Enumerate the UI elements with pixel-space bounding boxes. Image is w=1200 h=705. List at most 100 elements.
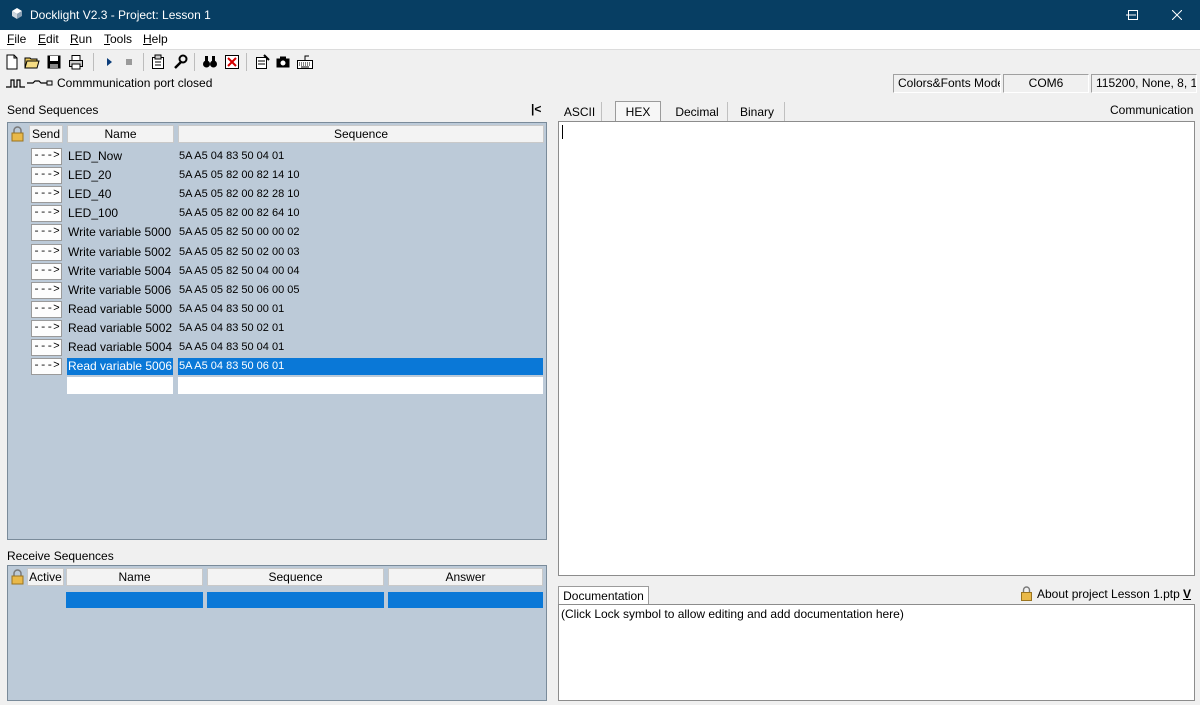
table-row[interactable]: ---> Write variable 5004 5A A5 05 82 50 04… (8, 262, 546, 281)
menu-help[interactable]: Help (143, 32, 168, 46)
about-project-label: About project Lesson 1.ptp (1037, 587, 1180, 601)
send-button[interactable]: ---> (31, 224, 62, 242)
wrench-icon[interactable] (172, 54, 188, 70)
print-icon[interactable] (68, 54, 84, 70)
table-row[interactable]: ---> Read variable 5002 5A A5 04 83 50 02 … (8, 319, 546, 338)
close-button[interactable] (1154, 0, 1200, 30)
send-button[interactable]: ---> (31, 186, 62, 204)
sequence-value-cell[interactable]: 5A A5 04 83 50 04 01 (178, 339, 543, 356)
sequence-value-cell[interactable]: 5A A5 05 82 50 02 00 03 (178, 244, 543, 261)
open-folder-icon[interactable] (24, 54, 40, 70)
documentation-area[interactable]: (Click Lock symbol to allow editing and … (558, 604, 1195, 701)
toolbar-separator (246, 53, 247, 71)
sequence-name-cell[interactable]: Read variable 5002 (67, 320, 173, 337)
camera-icon[interactable] (275, 54, 291, 70)
table-row[interactable]: ---> Read variable 5004 5A A5 04 83 50 04 … (8, 338, 546, 357)
table-row[interactable]: ---> LED_20 5A A5 05 82 00 82 14 10 (8, 166, 546, 185)
sequence-name-cell[interactable]: LED_20 (67, 167, 173, 184)
receive-row-answer-selected[interactable] (388, 592, 543, 608)
lock-icon[interactable] (10, 126, 25, 142)
send-button[interactable]: ---> (31, 148, 62, 165)
send-button[interactable]: ---> (31, 319, 62, 337)
receive-row-name-selected[interactable] (66, 592, 203, 608)
table-row[interactable]: ---> Write variable 5000 5A A5 05 82 50 00… (8, 223, 546, 242)
table-row[interactable]: ---> Write variable 5002 5A A5 05 82 50 02… (8, 243, 546, 262)
sequence-name-cell[interactable]: LED_100 (67, 205, 173, 222)
project-settings-icon[interactable] (150, 54, 166, 70)
send-sequences-grid[interactable]: Send Name Sequence ---> LED_Now 5A A5 04 8… (7, 122, 547, 540)
tab-hex[interactable]: HEX (615, 101, 661, 122)
menu-run[interactable]: Run (70, 32, 92, 46)
header-sequence: Sequence (207, 568, 384, 586)
table-row[interactable]: ---> Write variable 5006 5A A5 05 82 50 06… (8, 281, 546, 300)
binoculars-icon[interactable] (202, 54, 218, 70)
save-icon[interactable] (46, 54, 62, 70)
sequence-value-cell[interactable]: 5A A5 05 82 50 00 00 02 (178, 224, 543, 241)
table-row[interactable]: ---> LED_40 5A A5 05 82 00 82 28 10 (8, 185, 546, 204)
toolbar (0, 49, 1200, 73)
sequence-name-cell[interactable]: Read variable 5004 (67, 339, 173, 356)
sequence-name-cell[interactable]: Write variable 5000 (67, 224, 173, 241)
menu-file[interactable]: File (7, 32, 26, 46)
tab-decimal[interactable]: Decimal (667, 102, 728, 122)
sequence-name-cell[interactable]: LED_40 (67, 186, 173, 203)
notepad-icon[interactable] (254, 54, 270, 70)
send-button[interactable]: ---> (31, 243, 62, 261)
table-row[interactable]: ---> LED_Now 5A A5 04 83 50 04 01 (8, 147, 546, 166)
new-sequence-row[interactable] (8, 376, 546, 395)
maximize-button[interactable] (1110, 0, 1156, 30)
stop-comm-icon[interactable] (224, 54, 240, 70)
header-answer: Answer (388, 568, 543, 586)
title-bar[interactable]: Docklight V2.3 - Project: Lesson 1 (0, 0, 1200, 30)
sequence-name-cell[interactable]: Write variable 5002 (67, 244, 173, 261)
sequence-value-cell[interactable]: 5A A5 05 82 00 82 64 10 (178, 205, 543, 222)
send-button[interactable]: ---> (31, 300, 62, 318)
sequence-value-cell[interactable]: 5A A5 05 82 00 82 14 10 (178, 167, 543, 184)
menu-tools-label: ools (110, 32, 133, 46)
window-title: Docklight V2.3 - Project: Lesson 1 (30, 8, 211, 22)
send-button[interactable]: ---> (31, 262, 62, 280)
send-button[interactable]: ---> (31, 358, 62, 376)
send-button[interactable]: ---> (31, 281, 62, 299)
sequence-value-cell[interactable]: 5A A5 05 82 00 82 28 10 (178, 186, 543, 203)
menu-tools[interactable]: Tools (104, 32, 132, 46)
sequence-value-cell[interactable]: 5A A5 05 82 50 04 00 04 (178, 263, 543, 280)
sequence-value-cell[interactable]: 5A A5 04 83 50 02 01 (178, 320, 543, 337)
send-button[interactable]: ---> (31, 167, 62, 185)
expand-documentation-button[interactable]: V (1183, 587, 1191, 601)
sequence-name-cell[interactable]: LED_Now (67, 148, 173, 165)
communication-label: Communication (1110, 103, 1194, 117)
sequence-name-cell[interactable]: Write variable 5004 (67, 263, 173, 280)
sequence-name-cell[interactable]: Read variable 5000 (67, 301, 173, 318)
stop-icon[interactable] (121, 54, 137, 70)
lock-icon[interactable] (1020, 586, 1033, 601)
new-sequence-cell[interactable] (178, 377, 543, 395)
table-row[interactable]: ---> Read variable 5006 5A A5 04 83 50 06 … (8, 357, 546, 376)
receive-sequences-grid[interactable]: Active Name Sequence Answer (7, 565, 547, 701)
send-button[interactable]: ---> (31, 205, 62, 223)
collapse-panel-button[interactable]: |< (531, 102, 541, 116)
text-caret (562, 125, 563, 139)
com-port-indicator: COM6 (1003, 74, 1089, 93)
menu-edit[interactable]: Edit (38, 32, 59, 46)
tab-documentation[interactable]: Documentation (558, 586, 649, 604)
play-icon[interactable] (101, 54, 117, 70)
send-button[interactable]: ---> (31, 339, 62, 356)
sequence-name-cell[interactable]: Read variable 5006 (67, 358, 173, 376)
receive-row-sequence-selected[interactable] (207, 592, 384, 608)
tab-binary[interactable]: Binary (730, 102, 785, 122)
table-row[interactable]: ---> LED_100 5A A5 05 82 00 82 64 10 (8, 204, 546, 223)
sequence-value-cell[interactable]: 5A A5 04 83 50 04 01 (178, 148, 543, 165)
new-file-icon[interactable] (4, 54, 20, 70)
sequence-name-cell[interactable]: Write variable 5006 (67, 282, 173, 299)
sequence-value-cell[interactable]: 5A A5 04 83 50 00 01 (178, 301, 543, 318)
sequence-value-cell[interactable]: 5A A5 05 82 50 06 00 05 (178, 282, 543, 299)
port-closed-icon (6, 79, 53, 88)
table-row[interactable]: ---> Read variable 5000 5A A5 04 83 50 00 … (8, 300, 546, 319)
keyboard-icon[interactable] (297, 54, 313, 70)
communication-window[interactable] (558, 121, 1195, 576)
tab-ascii[interactable]: ASCII (558, 102, 602, 122)
sequence-value-cell[interactable]: 5A A5 04 83 50 06 01 (178, 358, 543, 376)
new-name-cell[interactable] (67, 377, 173, 395)
lock-icon[interactable] (10, 569, 25, 585)
